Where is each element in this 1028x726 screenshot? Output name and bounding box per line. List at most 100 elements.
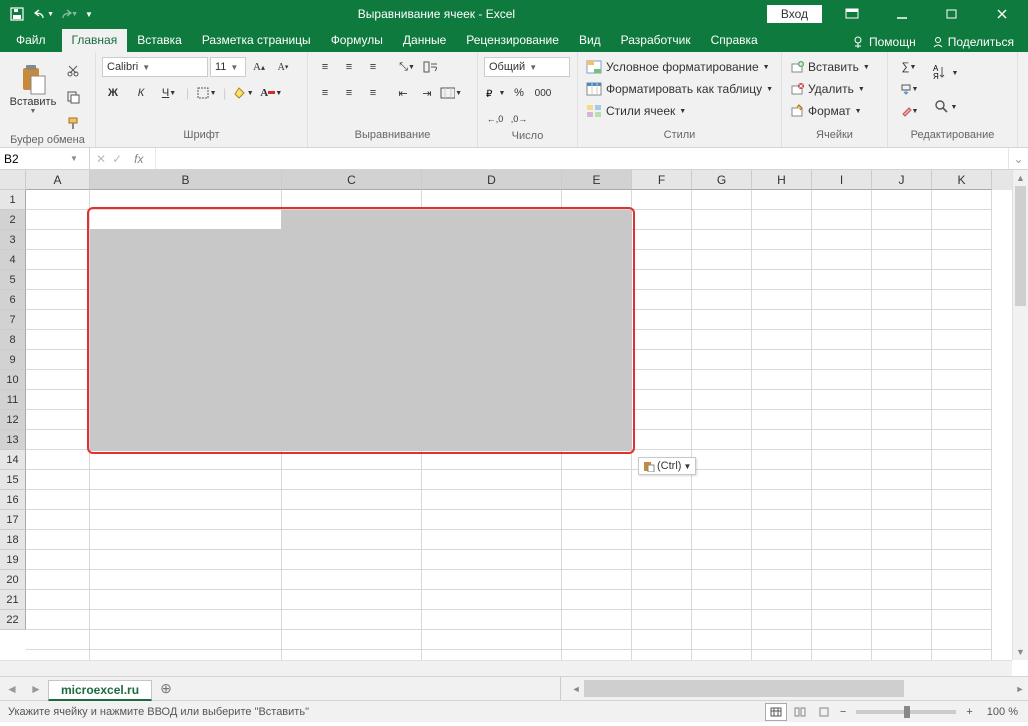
- format-painter-icon[interactable]: [62, 112, 84, 134]
- increase-decimal-icon[interactable]: ←,0: [484, 108, 506, 130]
- row-header[interactable]: 5: [0, 270, 26, 290]
- column-header[interactable]: B: [90, 170, 282, 190]
- zoom-slider[interactable]: [856, 710, 956, 714]
- row-header[interactable]: 10: [0, 370, 26, 390]
- fill-color-icon[interactable]: ▼: [232, 82, 254, 104]
- qat-customize-icon[interactable]: ▼: [78, 3, 100, 25]
- align-bottom-icon[interactable]: ≡: [362, 56, 384, 78]
- scroll-sheets-left-icon[interactable]: ◄: [0, 677, 24, 700]
- column-header[interactable]: F: [632, 170, 692, 190]
- undo-icon[interactable]: ▼: [30, 3, 52, 25]
- expand-formula-bar-icon[interactable]: ⌄: [1008, 148, 1028, 169]
- zoom-level[interactable]: 100 %: [977, 706, 1028, 718]
- page-layout-view-icon[interactable]: [789, 703, 811, 721]
- column-header[interactable]: H: [752, 170, 812, 190]
- sign-in-button[interactable]: Вход: [767, 5, 822, 23]
- cut-icon[interactable]: [62, 60, 84, 82]
- column-header[interactable]: K: [932, 170, 992, 190]
- insert-cells-button[interactable]: Вставить▼: [788, 56, 872, 78]
- find-select-icon[interactable]: ▼: [930, 90, 960, 124]
- font-name-combo[interactable]: Calibri▼: [102, 57, 208, 77]
- column-header[interactable]: D: [422, 170, 562, 190]
- row-header[interactable]: 8: [0, 330, 26, 350]
- formula-input[interactable]: [156, 148, 1008, 169]
- paste-button[interactable]: Вставить ▼: [6, 56, 60, 122]
- row-header[interactable]: 12: [0, 410, 26, 430]
- row-header[interactable]: 16: [0, 490, 26, 510]
- vertical-scrollbar[interactable]: ▲▼: [1012, 170, 1028, 660]
- tab-insert[interactable]: Вставка: [127, 29, 192, 52]
- paste-options-button[interactable]: (Ctrl)▼: [638, 457, 696, 475]
- bold-button[interactable]: Ж: [102, 82, 124, 104]
- column-header[interactable]: I: [812, 170, 872, 190]
- save-icon[interactable]: [6, 3, 28, 25]
- accounting-format-icon[interactable]: ₽▼: [484, 82, 506, 104]
- tab-file[interactable]: Файл: [0, 29, 62, 52]
- font-color-icon[interactable]: A▼: [260, 82, 282, 104]
- row-header[interactable]: 22: [0, 610, 26, 630]
- copy-icon[interactable]: [62, 86, 84, 108]
- increase-indent-icon[interactable]: ⇥: [416, 82, 438, 104]
- cell-styles-button[interactable]: Стили ячеек▼: [584, 100, 688, 122]
- tab-home[interactable]: Главная: [62, 29, 128, 52]
- decrease-indent-icon[interactable]: ⇤: [392, 82, 414, 104]
- increase-font-icon[interactable]: A▴: [248, 56, 270, 78]
- row-header[interactable]: 7: [0, 310, 26, 330]
- align-middle-icon[interactable]: ≡: [338, 56, 360, 78]
- horizontal-scrollbar[interactable]: ◄►: [568, 677, 1028, 700]
- sheet-tab[interactable]: microexcel.ru: [48, 680, 152, 701]
- redo-icon[interactable]: ▼: [54, 3, 76, 25]
- insert-function-icon[interactable]: fx: [128, 152, 149, 166]
- cells-area[interactable]: (Ctrl)▼: [26, 190, 1012, 660]
- decrease-font-icon[interactable]: A▾: [272, 56, 294, 78]
- enter-formula-icon[interactable]: ✓: [112, 152, 122, 166]
- column-header[interactable]: J: [872, 170, 932, 190]
- row-header[interactable]: 11: [0, 390, 26, 410]
- align-center-icon[interactable]: ≡: [338, 82, 360, 104]
- normal-view-icon[interactable]: [765, 703, 787, 721]
- column-header[interactable]: G: [692, 170, 752, 190]
- close-icon[interactable]: [982, 0, 1022, 28]
- maximize-icon[interactable]: [932, 0, 972, 28]
- tab-review[interactable]: Рецензирование: [456, 29, 569, 52]
- tell-me-button[interactable]: Помощн: [845, 32, 922, 52]
- borders-icon[interactable]: ▼: [195, 82, 217, 104]
- select-all-corner[interactable]: [0, 170, 26, 190]
- page-break-view-icon[interactable]: [813, 703, 835, 721]
- italic-button[interactable]: К: [130, 82, 152, 104]
- decrease-decimal-icon[interactable]: ,0→: [508, 108, 530, 130]
- share-button[interactable]: Поделиться: [926, 32, 1020, 52]
- conditional-formatting-button[interactable]: Условное форматирование▼: [584, 56, 772, 78]
- number-format-combo[interactable]: Общий▼: [484, 57, 570, 77]
- row-header[interactable]: 4: [0, 250, 26, 270]
- row-header[interactable]: 14: [0, 450, 26, 470]
- zoom-in-button[interactable]: +: [962, 706, 976, 718]
- row-header[interactable]: 13: [0, 430, 26, 450]
- align-left-icon[interactable]: ≡: [314, 82, 336, 104]
- sort-filter-icon[interactable]: АЯ▼: [930, 56, 960, 90]
- autosum-icon[interactable]: ∑▼: [894, 56, 924, 78]
- cancel-formula-icon[interactable]: ✕: [96, 152, 106, 166]
- underline-button[interactable]: Ч▼: [158, 82, 180, 104]
- row-header[interactable]: 9: [0, 350, 26, 370]
- column-header[interactable]: C: [282, 170, 422, 190]
- delete-cells-button[interactable]: Удалить▼: [788, 78, 867, 100]
- format-as-table-button[interactable]: Форматировать как таблицу▼: [584, 78, 775, 100]
- tab-developer[interactable]: Разработчик: [611, 29, 701, 52]
- align-right-icon[interactable]: ≡: [362, 82, 384, 104]
- column-header[interactable]: A: [26, 170, 90, 190]
- tab-help[interactable]: Справка: [701, 29, 768, 52]
- row-header[interactable]: 3: [0, 230, 26, 250]
- row-header[interactable]: 6: [0, 290, 26, 310]
- active-cell[interactable]: [90, 210, 281, 229]
- format-cells-button[interactable]: Формат▼: [788, 100, 864, 122]
- tab-formulas[interactable]: Формулы: [321, 29, 393, 52]
- zoom-out-button[interactable]: −: [836, 706, 850, 718]
- row-header[interactable]: 2: [0, 210, 26, 230]
- orientation-icon[interactable]: ⤡▼: [396, 56, 418, 78]
- row-header[interactable]: 17: [0, 510, 26, 530]
- tab-data[interactable]: Данные: [393, 29, 456, 52]
- merge-cells-icon[interactable]: ▼: [440, 82, 462, 104]
- row-header[interactable]: 15: [0, 470, 26, 490]
- row-header[interactable]: 1: [0, 190, 26, 210]
